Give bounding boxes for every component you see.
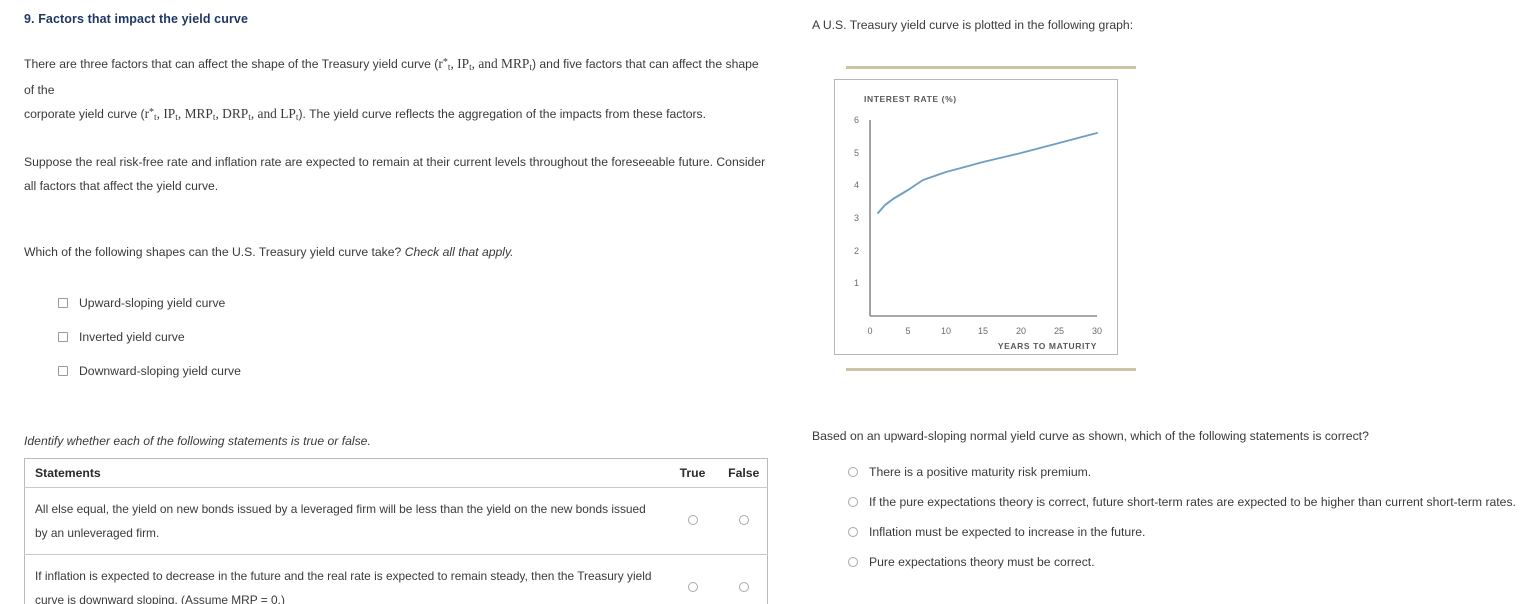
radio-row-positive-mrp[interactable]: There is a positive maturity risk premiu…: [848, 457, 1526, 487]
yield-curve-line: [877, 132, 1098, 214]
chart-ylabel: INTEREST RATE (%): [864, 94, 957, 104]
table-header-row: Statements True False: [24, 458, 768, 488]
radio-icon[interactable]: [848, 527, 858, 537]
right-question-text: Based on an upward-sloping normal yield …: [812, 429, 1369, 443]
worksheet-page: 9. Factors that impact the yield curve T…: [0, 0, 1538, 604]
radio-cell-false[interactable]: [720, 554, 768, 604]
checkbox-label: Downward-sloping yield curve: [79, 364, 241, 378]
radio-icon[interactable]: [738, 582, 749, 592]
check-all-that-apply-note: Check all that apply.: [404, 245, 514, 259]
radio-cell-true[interactable]: [664, 487, 721, 555]
chart-ytick-4: 4: [854, 180, 859, 190]
paragraph-assumption: Suppose the real risk-free rate and infl…: [24, 155, 766, 193]
right-radio-group: There is a positive maturity risk premiu…: [848, 457, 1526, 577]
radio-label: Inflation must be expected to increase i…: [869, 525, 1146, 539]
radio-cell-true[interactable]: [664, 554, 721, 604]
checkbox-icon[interactable]: [58, 332, 68, 342]
radio-icon[interactable]: [848, 497, 858, 507]
chart-intro-text: A U.S. Treasury yield curve is plotted i…: [812, 18, 1134, 32]
yield-curve-svg: INTEREST RATE (%) 6 5 4 3 2 1 0 5 10 15 …: [854, 94, 1102, 351]
checkbox-row-inverted[interactable]: Inverted yield curve: [58, 320, 772, 354]
column-header-true: True: [664, 458, 721, 488]
chart-ytick-6: 6: [854, 115, 859, 125]
shapes-prompt-text: Which of the following shapes can the U.…: [24, 245, 402, 259]
divider-bottom: [846, 368, 1136, 371]
checkbox-row-upward-sloping[interactable]: Upward-sloping yield curve: [58, 286, 772, 320]
chart-xtick-0: 0: [867, 326, 872, 336]
paragraph-shapes-prompt: Which of the following shapes can the U.…: [24, 240, 772, 264]
treasury-factor-notation: r*t, IPt, and MRPt: [438, 56, 532, 73]
checkbox-label: Inverted yield curve: [79, 330, 185, 344]
paragraph-factors-text-3: corporate yield curve (: [24, 107, 145, 121]
paragraph-factors-text-1: There are three factors that can affect …: [24, 57, 439, 71]
chart-ytick-2: 2: [854, 246, 859, 256]
radio-label: Pure expectations theory must be correct…: [869, 555, 1095, 569]
radio-icon[interactable]: [687, 582, 698, 592]
radio-label: There is a positive maturity risk premiu…: [869, 465, 1092, 479]
checkbox-label: Upward-sloping yield curve: [79, 296, 226, 310]
radio-label: If the pure expectations theory is corre…: [869, 495, 1516, 509]
table-row: If inflation is expected to decrease in …: [24, 554, 768, 604]
chart-xtick-30: 30: [1092, 326, 1102, 336]
radio-icon[interactable]: [848, 557, 858, 567]
chart-xtick-5: 5: [905, 326, 910, 336]
right-column: A U.S. Treasury yield curve is plotted i…: [812, 18, 1526, 577]
page-title: 9. Factors that impact the yield curve: [24, 12, 249, 26]
column-header-statements: Statements: [24, 458, 665, 488]
checkbox-icon[interactable]: [58, 298, 68, 308]
table-row: All else equal, the yield on new bonds i…: [24, 487, 768, 555]
left-column: 9. Factors that impact the yield curve T…: [24, 12, 772, 604]
chart-container: INTEREST RATE (%) 6 5 4 3 2 1 0 5 10 15 …: [834, 66, 1146, 371]
checkbox-icon[interactable]: [58, 366, 68, 376]
chart-xlabel: YEARS TO MATURITY: [998, 341, 1097, 351]
chart-ytick-1: 1: [854, 278, 859, 288]
radio-icon[interactable]: [738, 515, 749, 525]
chart-xtick-25: 25: [1054, 326, 1064, 336]
statement-text: All else equal, the yield on new bonds i…: [24, 487, 665, 555]
radio-row-inflation-increase[interactable]: Inflation must be expected to increase i…: [848, 517, 1526, 547]
radio-icon[interactable]: [848, 467, 858, 477]
radio-cell-false[interactable]: [720, 487, 768, 555]
shape-checkbox-group: Upward-sloping yield curve Inverted yiel…: [36, 286, 772, 388]
chart-xtick-15: 15: [978, 326, 988, 336]
chart-xtick-10: 10: [941, 326, 951, 336]
statement-text: If inflation is expected to decrease in …: [24, 554, 665, 604]
paragraph-factors: There are three factors that can affect …: [24, 52, 772, 128]
paragraph-factors-text-4: ). The yield curve reflects the aggregat…: [298, 107, 707, 121]
chart-ytick-3: 3: [854, 213, 859, 223]
true-false-table: Statements True False All else equal, th…: [24, 458, 768, 604]
chart-ytick-5: 5: [854, 148, 859, 158]
chart-xtick-20: 20: [1016, 326, 1026, 336]
true-false-prompt: Identify whether each of the following s…: [24, 434, 371, 448]
column-header-false: False: [720, 458, 768, 488]
radio-icon[interactable]: [687, 515, 698, 525]
radio-row-pure-expectations-higher[interactable]: If the pure expectations theory is corre…: [848, 487, 1526, 517]
divider-top: [846, 66, 1136, 69]
yield-curve-chart: INTEREST RATE (%) 6 5 4 3 2 1 0 5 10 15 …: [834, 79, 1118, 355]
corporate-factor-notation: r*t, IPt, MRPt, DRPt, and LPt: [144, 106, 299, 123]
radio-row-pure-expectations-correct[interactable]: Pure expectations theory must be correct…: [848, 547, 1526, 577]
checkbox-row-downward-sloping[interactable]: Downward-sloping yield curve: [58, 354, 772, 388]
